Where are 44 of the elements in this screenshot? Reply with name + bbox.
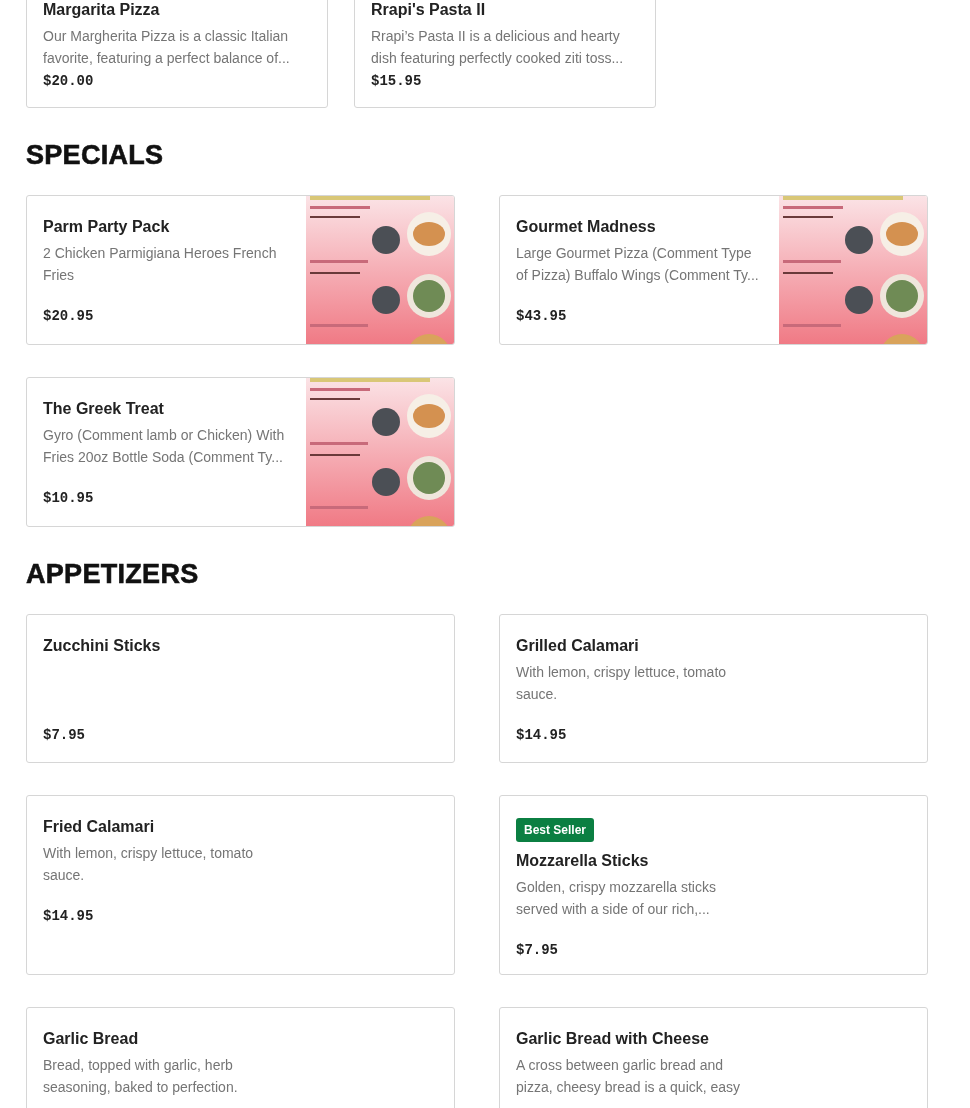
menu-item-card[interactable]: Margarita Pizza Our Margherita Pizza is a classic Italian favorite, featuring a perfect balance of... $20.00 xyxy=(26,0,328,108)
menu-item-card[interactable]: Garlic Bread with Cheese A cross between garlic bread and pizza, cheesy bread is a quick, easy xyxy=(499,1007,928,1108)
item-name: Grilled Calamari xyxy=(516,637,640,655)
menu-item-card[interactable]: The Greek Treat Gyro (Comment lamb or Chicken) With Fries 20oz Bottle Soda (Comment Ty... $10.95 xyxy=(26,377,455,527)
item-name: Garlic Bread with Cheese xyxy=(516,1030,710,1048)
item-description: Gyro (Comment lamb or Chicken) With Fries 20oz Bottle Soda (Comment Ty... xyxy=(43,427,285,465)
menu-item-card[interactable]: Gourmet Madness Large Gourmet Pizza (Comment Type of Pizza) Buffalo Wings (Comment Ty... $43.95 xyxy=(499,195,928,345)
item-name: Margarita Pizza xyxy=(43,1,161,19)
menu-item-card[interactable]: Parm Party Pack 2 Chicken Parmigiana Heroes French Fries $20.95 xyxy=(26,195,455,345)
item-name: The Greek Treat xyxy=(43,400,165,418)
item-description: Rrapi’s Pasta II is a delicious and hearty dish featuring perfectly cooked ziti toss... xyxy=(371,28,624,66)
item-name: Rrapi's Pasta II xyxy=(371,1,487,19)
item-name: Mozzarella Sticks xyxy=(516,852,650,870)
item-description: Our Margherita Pizza is a classic Italian favorite, featuring a perfect balance of... xyxy=(43,28,290,66)
menu-item-card[interactable]: Best Seller Mozzarella Sticks Golden, crispy mozzarella sticks served with a side of our rich,... $7.95 xyxy=(499,795,928,975)
item-price: $14.95 xyxy=(516,727,567,743)
item-name: Garlic Bread xyxy=(43,1030,140,1048)
menu-item-card[interactable]: Zucchini Sticks $7.95 xyxy=(26,614,455,763)
item-description: Large Gourmet Pizza (Comment Type of Pizza) Buffalo Wings (Comment Ty... xyxy=(516,245,759,283)
item-price: $14.95 xyxy=(43,908,94,924)
menu-item-card[interactable]: Rrapi's Pasta II Rrapi’s Pasta II is a delicious and hearty dish featuring perfectly cooked ziti toss... $15.95 xyxy=(354,0,656,108)
item-price: $15.95 xyxy=(371,73,422,89)
item-price: $10.95 xyxy=(43,490,94,506)
menu-item-card[interactable]: Fried Calamari With lemon, crispy lettuce, tomato sauce. $14.95 xyxy=(26,795,455,975)
item-name: Gourmet Madness xyxy=(516,218,657,236)
item-description: Bread, topped with garlic, herb seasoning, baked to perfection. xyxy=(43,1057,238,1095)
item-name: Parm Party Pack xyxy=(43,218,171,236)
section-heading: APPETIZERS xyxy=(26,559,200,590)
menu-item-card[interactable]: Garlic Bread Bread, topped with garlic, herb seasoning, baked to perfection. xyxy=(26,1007,455,1108)
item-price: $43.95 xyxy=(516,308,567,324)
section-heading: SPECIALS xyxy=(26,140,165,171)
item-name: Fried Calamari xyxy=(43,818,156,836)
menu-item-card[interactable]: Grilled Calamari With lemon, crispy lettuce, tomato sauce. $14.95 xyxy=(499,614,928,763)
item-price: $20.00 xyxy=(43,73,94,89)
item-description: Golden, crispy mozzarella sticks served with a side of our rich,... xyxy=(516,879,716,917)
item-name: Zucchini Sticks xyxy=(43,637,162,655)
item-description: With lemon, crispy lettuce, tomato sauce. xyxy=(43,845,254,883)
item-price: $7.95 xyxy=(43,727,85,743)
item-description: 2 Chicken Parmigiana Heroes French Fries xyxy=(43,245,277,283)
item-description: A cross between garlic bread and pizza, cheesy bread is a quick, easy xyxy=(516,1057,741,1095)
item-description: With lemon, crispy lettuce, tomato sauce. xyxy=(516,664,727,702)
item-price: $20.95 xyxy=(43,308,94,324)
item-price: $7.95 xyxy=(516,942,558,958)
best-seller-badge: Best Seller xyxy=(516,818,595,842)
